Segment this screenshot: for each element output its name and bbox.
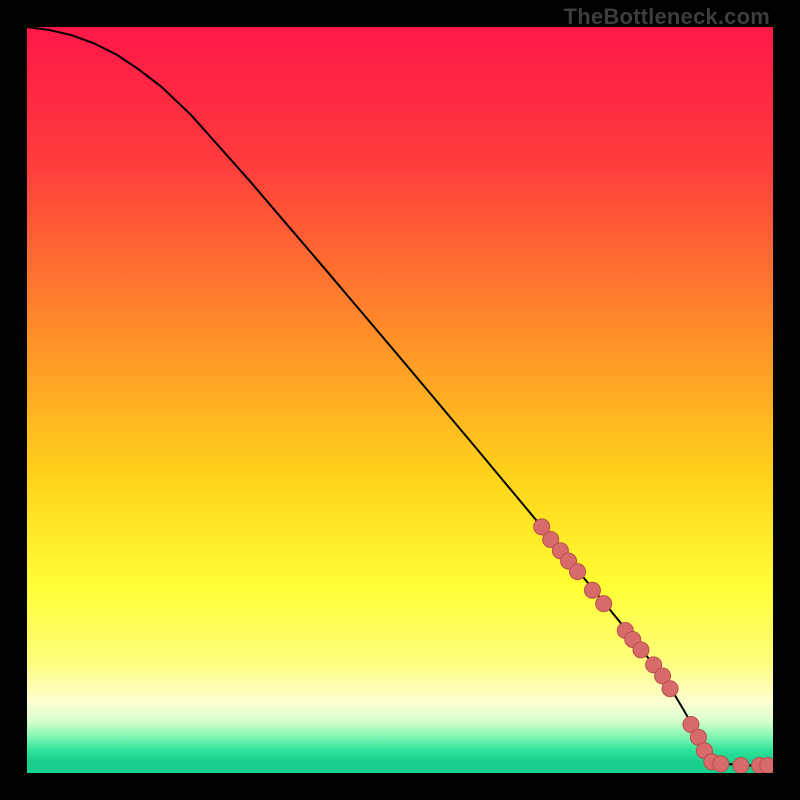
data-point xyxy=(760,758,773,773)
plot-area xyxy=(27,27,773,773)
data-point xyxy=(570,564,586,580)
data-point xyxy=(733,758,749,773)
data-point xyxy=(584,582,600,598)
data-point xyxy=(662,681,678,697)
data-point xyxy=(713,756,729,772)
data-point xyxy=(633,642,649,658)
data-markers xyxy=(534,519,773,773)
data-point xyxy=(596,596,612,612)
curve-line xyxy=(27,27,773,766)
chart-svg xyxy=(27,27,773,773)
chart-frame: TheBottleneck.com xyxy=(0,0,800,800)
